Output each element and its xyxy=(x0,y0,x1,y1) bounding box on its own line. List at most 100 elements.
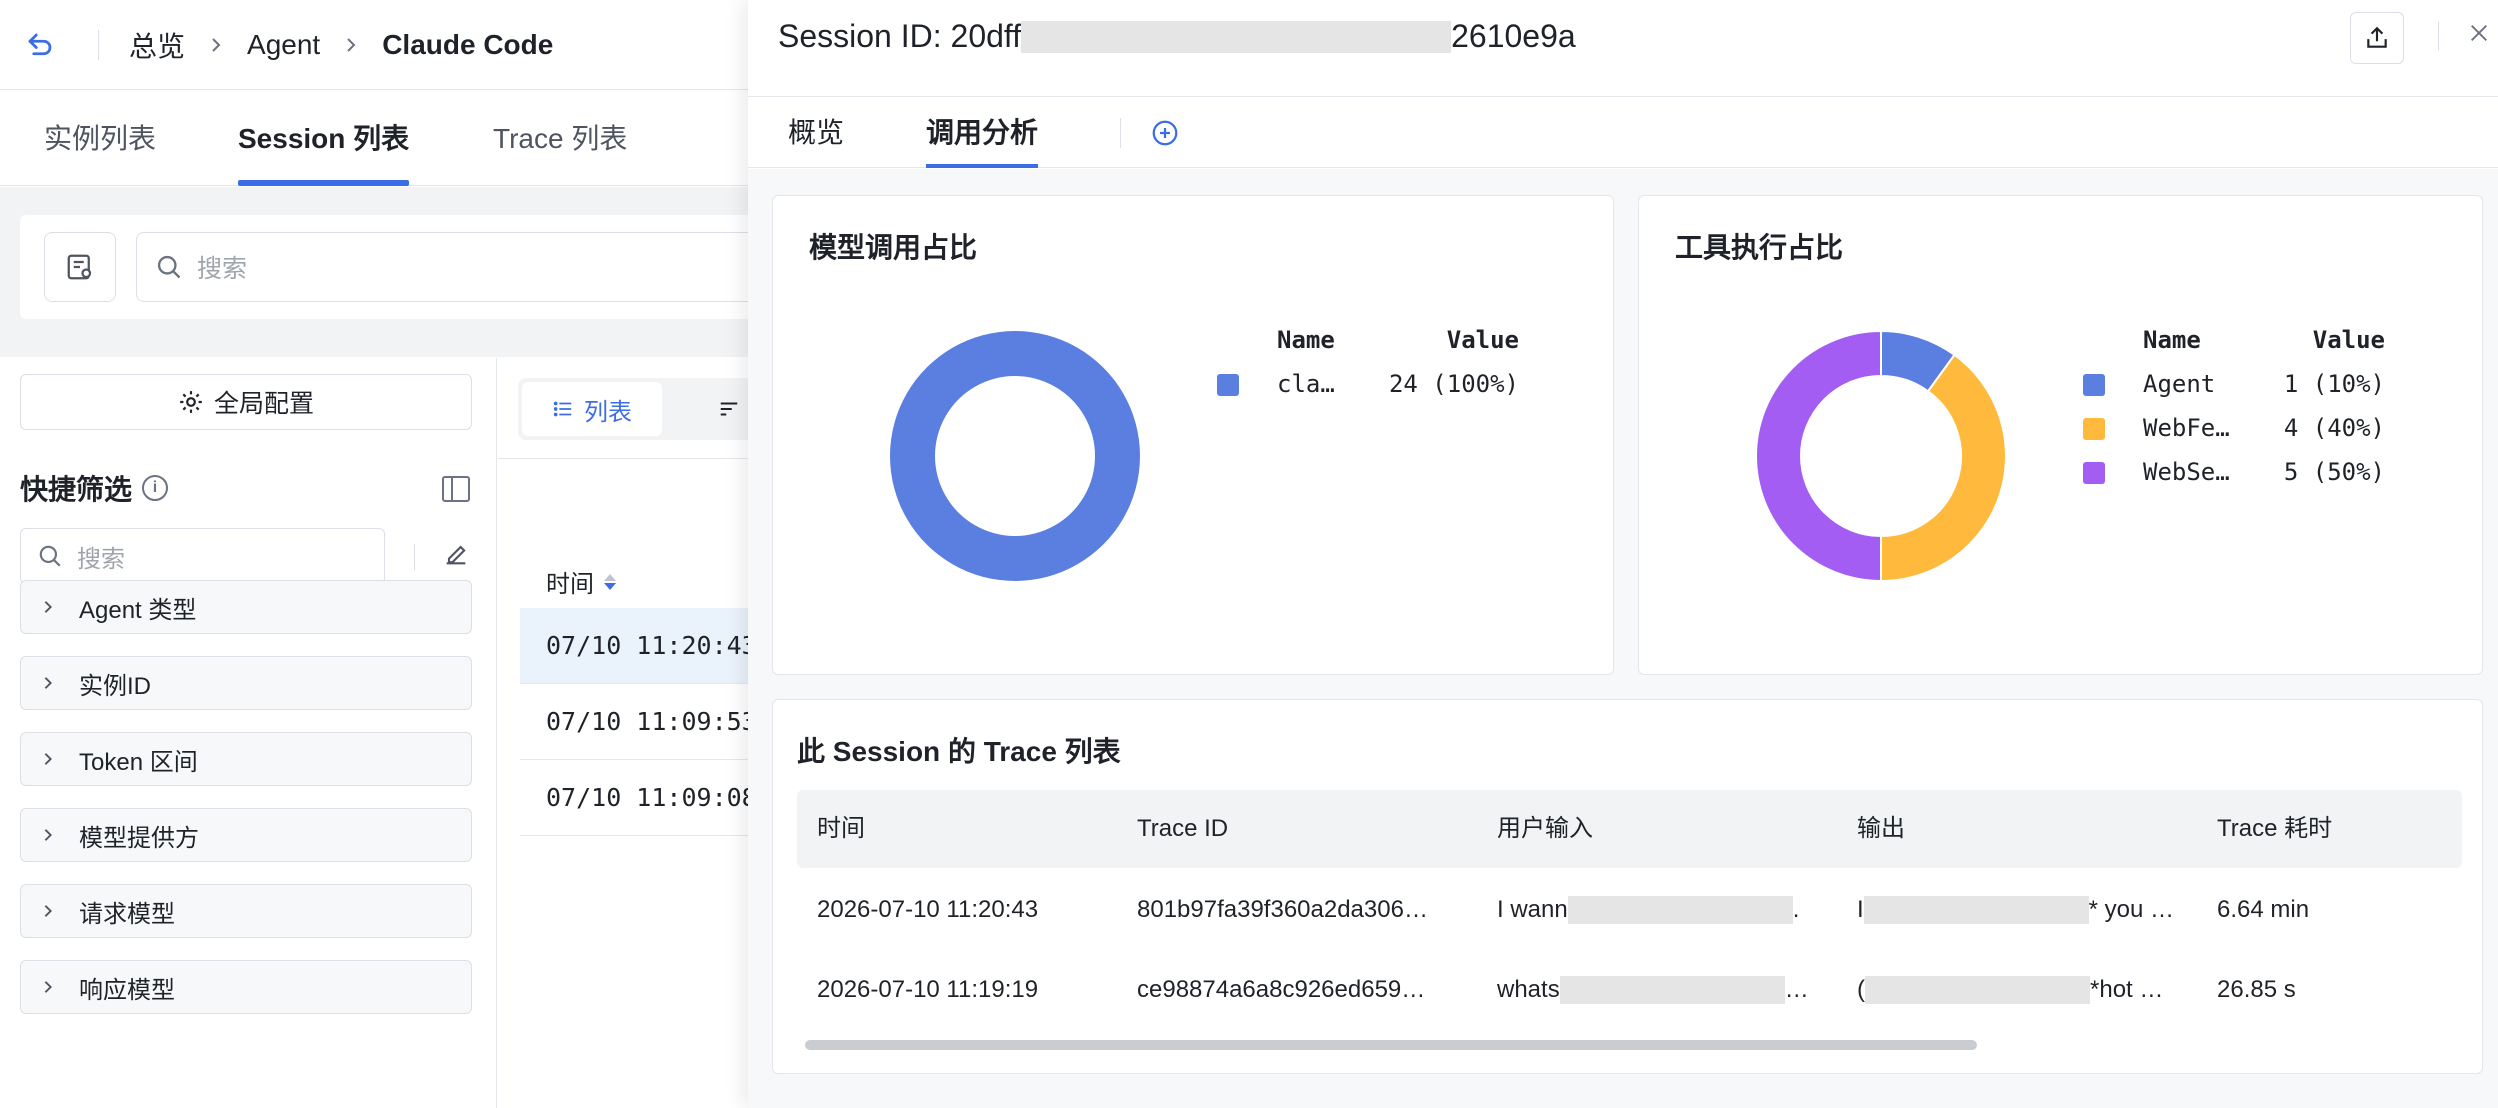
share-button[interactable] xyxy=(2350,12,2404,64)
drawer-body: 模型调用占比 Name Value cla… 24 (100%) 工具执行占比 … xyxy=(748,169,2498,1108)
cell-output: I * you … xyxy=(1857,870,2197,950)
cell-output: ( *hot … xyxy=(1857,950,2197,1030)
drawer-header: Session ID: 20dff 2610e9a xyxy=(748,0,2498,97)
table-row[interactable]: 2026-07-10 11:20:43 801b97fa39f360a2da30… xyxy=(797,870,2462,950)
chevron-right-icon xyxy=(41,600,59,614)
filter-model-provider[interactable]: 模型提供方 xyxy=(20,808,472,862)
filter-search-placeholder: 搜索 xyxy=(77,545,125,573)
legend-row: WebSe… 5 (50%) xyxy=(2083,458,2385,488)
pie-slice-WebSe…[interactable] xyxy=(1755,329,1882,583)
table-header: 时间 Trace ID 用户输入 输出 Trace 耗时 xyxy=(797,790,2462,868)
input-text-end: … xyxy=(1784,976,1809,1003)
filter-request-model[interactable]: 请求模型 xyxy=(20,884,472,938)
filter-label: 响应模型 xyxy=(79,976,175,1004)
legend-name: Agent xyxy=(2143,370,2216,398)
share-icon xyxy=(2367,26,2387,48)
legend-row: WebFe… 4 (40%) xyxy=(2083,414,2385,444)
search-icon xyxy=(39,545,61,567)
filter-label: 请求模型 xyxy=(79,900,175,928)
filter-label: 模型提供方 xyxy=(79,824,199,852)
legend-name-header: Name xyxy=(1277,326,1335,354)
cell-time: 2026-07-10 11:20:43 xyxy=(817,896,1039,923)
pie-slice-WebFe…[interactable] xyxy=(1880,353,2007,583)
output-text-start: ( xyxy=(1857,976,1865,1003)
tab-overview[interactable]: 概览 xyxy=(788,98,844,168)
redacted-block xyxy=(1865,976,2090,1004)
filter-response-model[interactable]: 响应模型 xyxy=(20,960,472,1014)
cell-user-input: whats … xyxy=(1497,950,1837,1030)
redacted-block xyxy=(1863,896,2089,924)
tool-legend: Name Value Agent 1 (10%) WebFe… 4 (40%) … xyxy=(2083,326,2385,486)
column-header: 用户输入 xyxy=(1497,815,1593,842)
cell-time: 2026-07-10 11:19:19 xyxy=(817,976,1039,1003)
cell-user-input: I wann . xyxy=(1497,870,1837,950)
output-text-end: *hot … xyxy=(2090,976,2164,1003)
chevron-right-icon xyxy=(41,904,59,918)
cell-duration: 6.64 min xyxy=(2217,896,2310,923)
legend-value-header: Value xyxy=(2312,326,2385,354)
legend-value: 24 (100%) xyxy=(1388,370,1519,398)
pie-slice-cla…[interactable] xyxy=(889,331,1140,581)
close-icon[interactable] xyxy=(2464,18,2494,48)
sort-arrows-icon[interactable] xyxy=(604,573,616,590)
time-column-header[interactable]: 时间 xyxy=(546,564,616,599)
tool-chart-title: 工具执行占比 xyxy=(1675,232,1844,263)
session-id-suffix: 2610e9a xyxy=(1451,18,1576,54)
legend-value-header: Value xyxy=(1446,326,1519,354)
divider xyxy=(98,29,99,60)
quick-filter-title: 快捷筛选 i xyxy=(20,468,169,508)
collapse-sidebar-icon[interactable] xyxy=(442,476,470,502)
tool-execution-card: 工具执行占比 Name Value Agent 1 (10%) WebFe… 4… xyxy=(1638,195,2483,675)
legend-name: WebFe… xyxy=(2143,414,2230,442)
model-legend: Name Value cla… 24 (100%) xyxy=(1217,326,1519,446)
input-text-start: I wann xyxy=(1497,896,1568,923)
model-chart-title: 模型调用占比 xyxy=(809,232,978,263)
filter-instance-id[interactable]: 实例ID xyxy=(20,656,472,710)
filter-search-input[interactable]: 搜索 xyxy=(20,528,385,584)
tab-session-list[interactable]: Session 列表 xyxy=(238,92,410,186)
cell-trace-id[interactable]: 801b97fa39f360a2da306… xyxy=(1137,870,1477,950)
trace-list-title: 此 Session 的 Trace 列表 xyxy=(797,736,1121,767)
drawer-tabs: 概览 调用分析 xyxy=(748,98,2498,168)
legend-swatch xyxy=(2083,374,2105,396)
list-view-button[interactable]: 列表 xyxy=(522,382,662,436)
back-icon[interactable] xyxy=(22,27,58,63)
column-header: 时间 xyxy=(817,815,865,842)
breadcrumb-agent[interactable]: Agent xyxy=(247,29,320,61)
filter-config-button[interactable] xyxy=(44,232,116,302)
breadcrumb-overview[interactable]: 总览 xyxy=(129,25,185,65)
legend-name-header: Name xyxy=(2143,326,2201,354)
gear-icon xyxy=(180,391,202,413)
breadcrumb-current: Claude Code xyxy=(382,28,554,60)
legend-swatch xyxy=(2083,418,2105,440)
edit-icon[interactable] xyxy=(442,540,470,568)
column-header: 输出 xyxy=(1857,815,1905,842)
filter-agent-type[interactable]: Agent 类型 xyxy=(20,580,472,634)
left-panel: 全局配置 快捷筛选 i 搜索 Agent 类型 实例ID Token 区间 模型… xyxy=(0,358,497,1108)
sort-icon xyxy=(720,402,738,416)
filter-token-range[interactable]: Token 区间 xyxy=(20,732,472,786)
tab-trace-list[interactable]: Trace 列表 xyxy=(493,92,627,186)
table-row[interactable]: 2026-07-10 11:19:19 ce98874a6a8c926ed659… xyxy=(797,950,2462,1030)
horizontal-scrollbar[interactable] xyxy=(805,1040,1977,1050)
input-text-end: . xyxy=(1792,896,1800,923)
trace-list-card: 此 Session 的 Trace 列表 时间 Trace ID 用户输入 输出… xyxy=(772,699,2483,1074)
global-config-button[interactable]: 全局配置 xyxy=(20,374,472,430)
info-icon[interactable]: i xyxy=(142,475,169,501)
legend-value: 4 (40%) xyxy=(2283,414,2385,442)
tab-call-analysis[interactable]: 调用分析 xyxy=(926,98,1039,168)
chevron-right-icon xyxy=(41,752,59,766)
add-tab-icon[interactable] xyxy=(1150,118,1180,148)
tab-instance-list[interactable]: 实例列表 xyxy=(44,92,156,186)
time-header-label: 时间 xyxy=(546,571,594,598)
legend-swatch xyxy=(2083,462,2105,484)
cell-trace-id[interactable]: ce98874a6a8c926ed659… xyxy=(1137,950,1477,1030)
list-view-label: 列表 xyxy=(584,398,632,426)
legend-row: Agent 1 (10%) xyxy=(2083,370,2385,400)
column-header: Trace 耗时 xyxy=(2217,815,2333,842)
drawer-title: Session ID: 20dff 2610e9a xyxy=(778,18,1576,55)
filter-label: Token 区间 xyxy=(79,748,198,776)
list-icon xyxy=(553,401,572,417)
global-config-label: 全局配置 xyxy=(213,390,314,418)
redacted-block xyxy=(1567,896,1793,924)
